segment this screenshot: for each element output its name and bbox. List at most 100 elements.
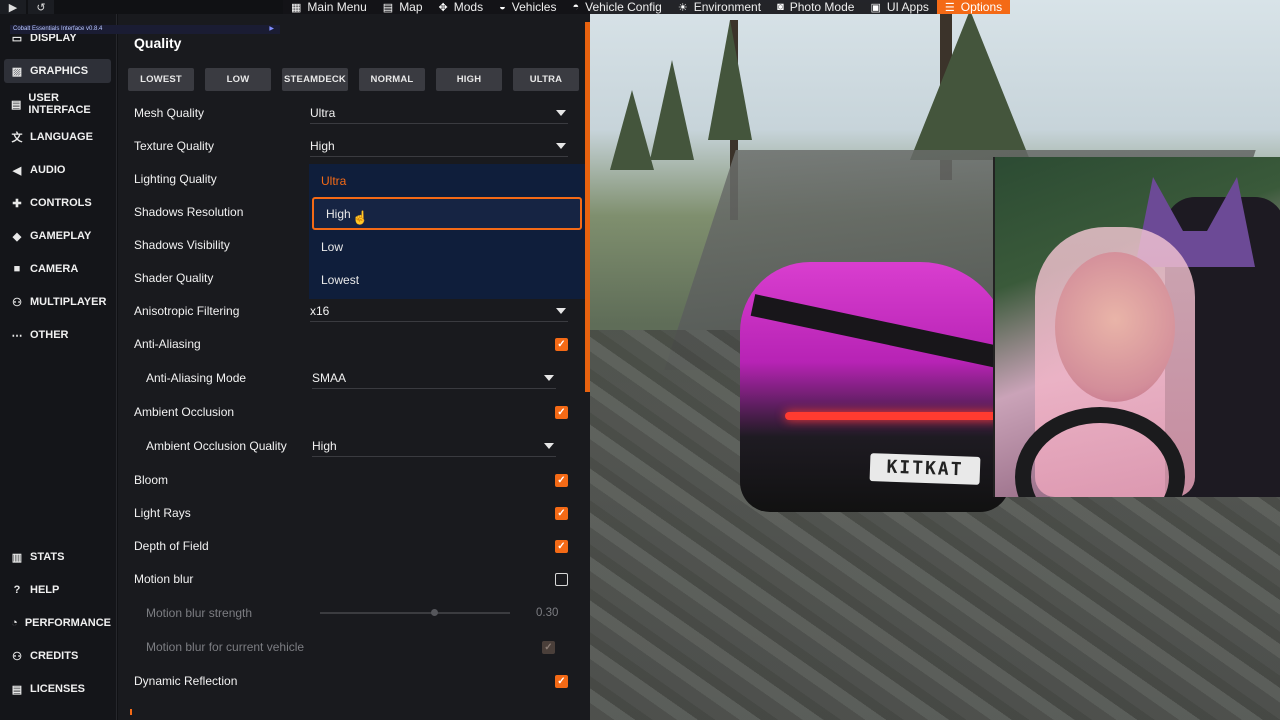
- camera-icon: ◙: [777, 1, 784, 13]
- slider-handle[interactable]: [431, 609, 438, 616]
- setting-depth-of-field: Depth of Field ✓: [134, 535, 574, 557]
- ambient-occlusion-quality-select[interactable]: High: [312, 435, 556, 457]
- dropdown-option-lowest[interactable]: Lowest: [309, 263, 585, 296]
- menu-options[interactable]: ☰ Options: [936, 0, 1011, 14]
- menu-ui-apps[interactable]: ▣ UI Apps: [862, 0, 936, 14]
- sidebar-item-multiplayer[interactable]: ⚇ MULTIPLAYER: [4, 290, 111, 314]
- sidebar-item-controls[interactable]: ✚ CONTROLS: [4, 191, 111, 215]
- menu-label: UI Apps: [886, 0, 929, 14]
- setting-label: Shader Quality: [134, 271, 214, 285]
- anisotropic-filtering-select[interactable]: x16: [310, 300, 568, 322]
- dashboard-icon: ▦: [291, 1, 302, 14]
- sidebar-item-camera[interactable]: ■ CAMERA: [4, 257, 111, 281]
- options-sidebar: Cobalt Essentials Interface v0.8.4 ▶ ▭ DIS…: [0, 14, 280, 720]
- menu-map[interactable]: ▤ Map: [375, 0, 431, 14]
- bar-chart-icon: ▥: [11, 551, 23, 564]
- menu-photo-mode[interactable]: ◙ Photo Mode: [769, 0, 862, 14]
- sidebar-label: AUDIO: [30, 164, 66, 176]
- anti-aliasing-mode-select[interactable]: SMAA: [312, 367, 556, 389]
- sidebar-item-stats[interactable]: ▥ STATS: [4, 545, 111, 569]
- setting-ambient-occlusion: Ambient Occlusion ✓: [134, 401, 574, 423]
- translate-icon: 文: [11, 132, 23, 144]
- dynamic-reflection-checkbox[interactable]: ✓: [555, 674, 568, 688]
- ambient-occlusion-checkbox[interactable]: ✓: [555, 405, 568, 419]
- setting-label: Bloom: [134, 473, 169, 487]
- setting-anisotropic-filtering: Anisotropic Filtering x16: [134, 300, 574, 322]
- sidebar-item-other[interactable]: ⋯ OTHER: [4, 323, 111, 347]
- setting-label: Shadows Resolution: [134, 205, 244, 219]
- sidebar-item-help[interactable]: ? HELP: [4, 578, 111, 602]
- apps-icon: ▣: [870, 1, 881, 14]
- preset-steamdeck-button[interactable]: STEAMDECK: [282, 68, 348, 91]
- sidebar-label: MULTIPLAYER: [30, 296, 107, 308]
- sidebar-label: CONTROLS: [30, 197, 92, 209]
- quality-presets: LOWEST LOW STEAMDECK NORMAL HIGH ULTRA: [128, 68, 579, 91]
- scrollbar[interactable]: [585, 22, 590, 392]
- car-taillight: [785, 412, 1000, 420]
- setting-label: Depth of Field: [134, 539, 209, 553]
- sidebar-label: USER INTERFACE: [28, 92, 91, 116]
- dropdown-option-ultra[interactable]: Ultra: [309, 164, 585, 197]
- people-icon: ⚇: [12, 296, 22, 309]
- setting-label: Ambient Occlusion: [134, 405, 235, 419]
- chevron-down-icon: [544, 375, 554, 381]
- preset-lowest-button[interactable]: LOWEST: [128, 68, 194, 91]
- window-title: Cobalt Essentials Interface v0.8.4: [13, 26, 103, 32]
- menu-label: Vehicle Config: [585, 0, 662, 14]
- setting-label: Lighting Quality: [134, 172, 217, 186]
- sidebar-item-credits[interactable]: ⚇ CREDITS: [4, 644, 111, 668]
- menu-environment[interactable]: ☀ Environment: [670, 0, 769, 14]
- menu-label: Main Menu: [307, 0, 367, 14]
- depth-of-field-checkbox[interactable]: ✓: [555, 539, 568, 553]
- menu-main-menu[interactable]: ▦ Main Menu: [283, 0, 375, 14]
- light-rays-checkbox[interactable]: ✓: [555, 506, 568, 520]
- expand-arrow-icon[interactable]: ▶: [269, 25, 274, 34]
- select-value: Ultra: [310, 105, 336, 120]
- preset-high-button[interactable]: HIGH: [436, 68, 502, 91]
- setting-dynamic-reflection: Dynamic Reflection ✓: [134, 670, 574, 692]
- texture-quality-dropdown: Ultra High Low Lowest: [309, 164, 585, 299]
- setting-bloom: Bloom ✓: [134, 469, 574, 491]
- sidebar-item-performance[interactable]: ◔ PERFORMANCE: [4, 611, 111, 635]
- motion-blur-strength-slider[interactable]: [320, 609, 510, 616]
- motion-blur-vehicle-checkbox[interactable]: ✓: [542, 640, 555, 654]
- motion-blur-checkbox[interactable]: [555, 572, 568, 586]
- setting-label: Mesh Quality: [134, 106, 205, 120]
- sidebar-label: HELP: [30, 584, 60, 596]
- menu-vehicles[interactable]: ◒ Vehicles: [491, 0, 564, 14]
- dropdown-option-low[interactable]: Low: [309, 230, 585, 263]
- window-icon: ▤: [11, 98, 22, 111]
- mesh-quality-select[interactable]: Ultra: [310, 102, 568, 124]
- menu-mods[interactable]: ✥ Mods: [431, 0, 492, 14]
- setting-anti-aliasing: Anti-Aliasing ✓: [134, 333, 574, 355]
- anti-aliasing-checkbox[interactable]: ✓: [555, 337, 568, 351]
- chevron-down-icon: [556, 308, 566, 314]
- sidebar-item-gameplay[interactable]: ◆ GAMEPLAY: [4, 224, 111, 248]
- sidebar-item-licenses[interactable]: ▤ LICENSES: [4, 677, 111, 701]
- menu-vehicle-config[interactable]: ◓ Vehicle Config: [564, 0, 669, 14]
- setting-motion-blur-strength: Motion blur strength 0.30: [134, 602, 574, 624]
- game-viewport: KITKAT: [590, 0, 1280, 720]
- chevron-down-icon: [544, 443, 554, 449]
- texture-quality-select[interactable]: High: [310, 135, 568, 157]
- setting-label: Anisotropic Filtering: [134, 304, 240, 318]
- gauge-icon: ◔: [11, 617, 18, 629]
- preset-normal-button[interactable]: NORMAL: [359, 68, 425, 91]
- map-icon: ▤: [382, 1, 394, 14]
- preset-low-button[interactable]: LOW: [205, 68, 271, 91]
- puzzle-icon: ✥: [438, 1, 448, 14]
- preset-ultra-button[interactable]: ULTRA: [513, 68, 579, 91]
- cobalt-title-strip: Cobalt Essentials Interface v0.8.4 ▶: [10, 25, 280, 34]
- sidebar-item-language[interactable]: 文 LANGUAGE: [4, 125, 111, 149]
- sidebar-label: LANGUAGE: [30, 131, 93, 143]
- undo-icon[interactable]: ↺: [28, 0, 54, 14]
- sidebar-label: LICENSES: [30, 683, 86, 695]
- sidebar-item-user-interface[interactable]: ▤ USER INTERFACE: [4, 92, 111, 116]
- setting-label: Texture Quality: [134, 139, 215, 153]
- sidebar-item-audio[interactable]: ◀ AUDIO: [4, 158, 111, 182]
- sidebar-item-graphics[interactable]: ▨ GRAPHICS: [4, 59, 111, 83]
- license-plate: KITKAT: [869, 453, 981, 485]
- bloom-checkbox[interactable]: ✓: [555, 473, 568, 487]
- bottom-accent: [130, 709, 132, 715]
- play-icon[interactable]: ▶: [0, 0, 26, 14]
